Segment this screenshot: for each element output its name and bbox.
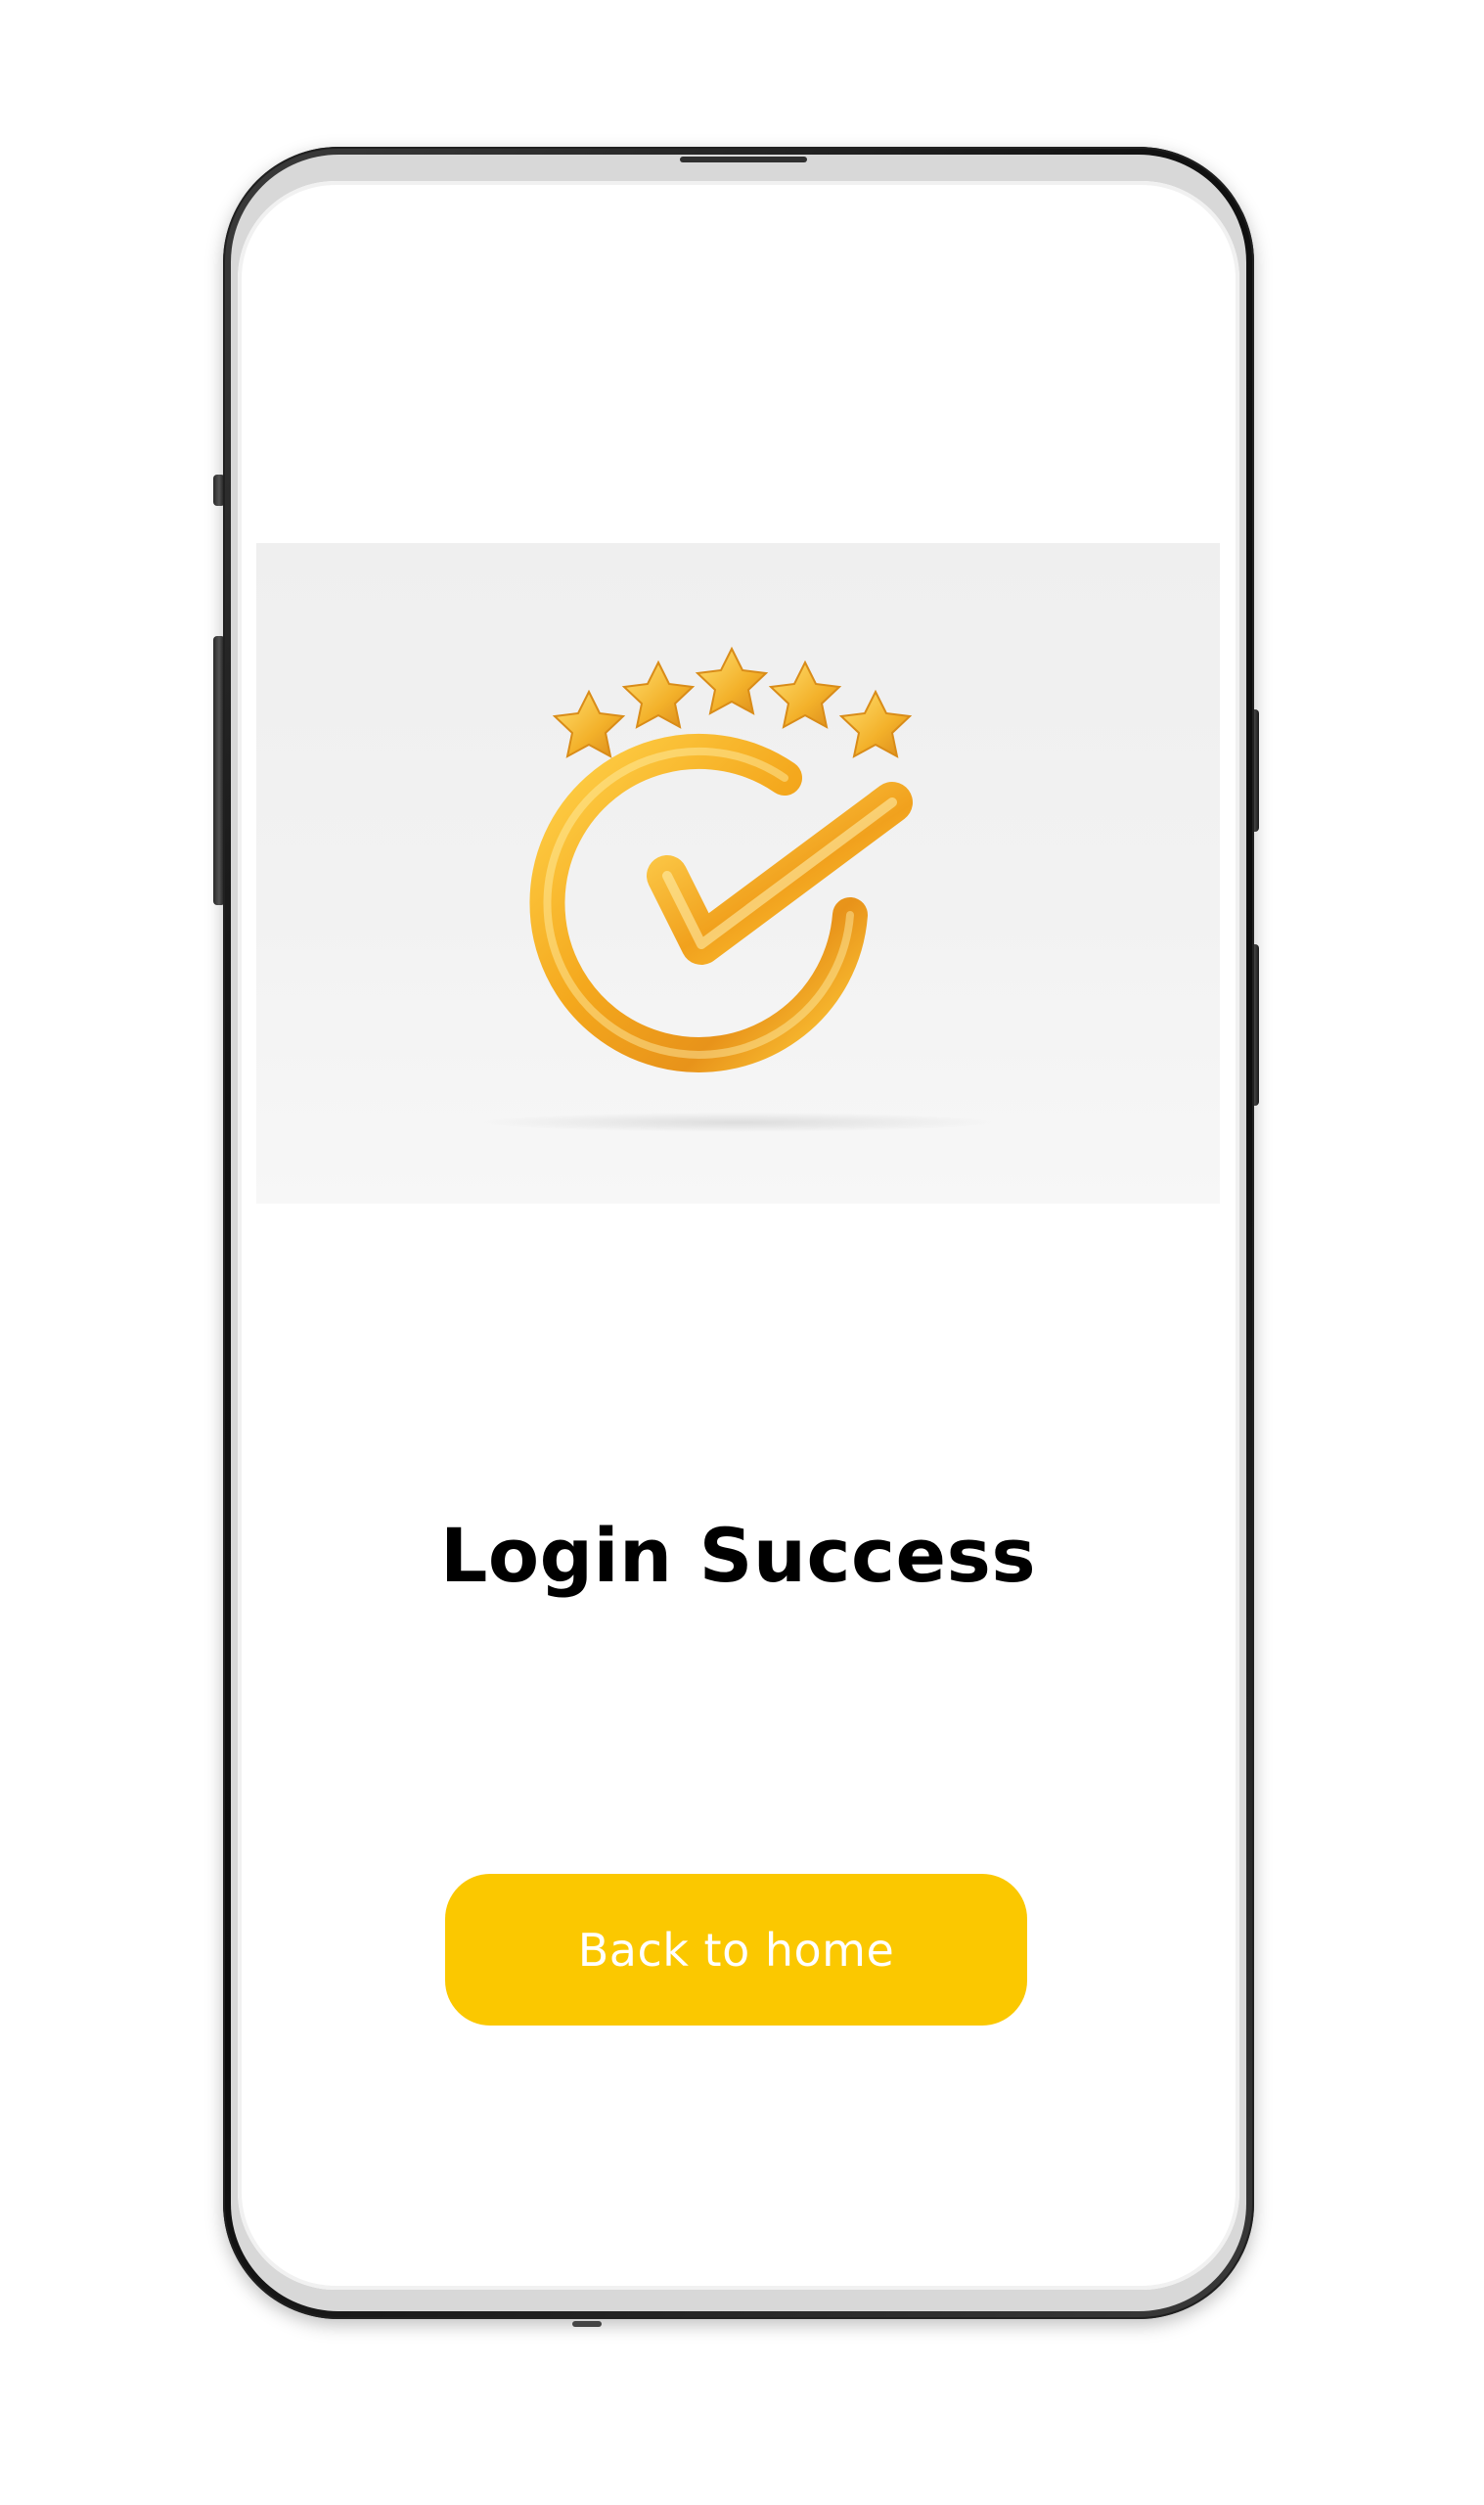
mockup-stage: Login Success Back to home xyxy=(0,0,1484,2505)
back-to-home-button[interactable]: Back to home xyxy=(445,1874,1027,2026)
back-to-home-button-label: Back to home xyxy=(577,1923,895,1977)
login-success-title: Login Success xyxy=(439,1512,1037,1599)
phone-earpiece xyxy=(680,157,807,162)
check-circle-with-five-stars-icon xyxy=(483,646,992,1132)
success-illustration xyxy=(256,543,1220,1204)
phone-bottom-speaker xyxy=(572,2321,602,2327)
